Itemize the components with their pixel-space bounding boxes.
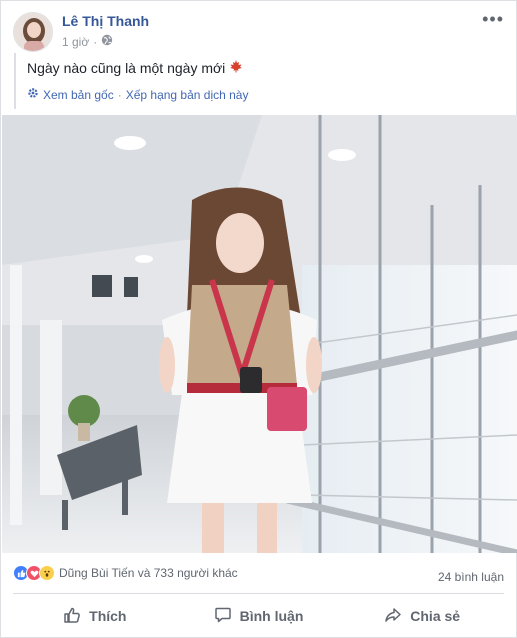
- translation-bar: Xem bản gốc · Xếp hạng bản dịch này: [27, 87, 248, 102]
- translation-separator: ·: [117, 87, 122, 102]
- reactions-summary[interactable]: Dũng Bùi Tiến và 733 người khác: [13, 565, 238, 581]
- like-button[interactable]: Thích: [13, 597, 177, 635]
- meta-separator: ·: [93, 34, 98, 49]
- globe-icon[interactable]: [101, 34, 113, 49]
- share-icon: [384, 606, 402, 627]
- share-button[interactable]: Chia sẻ: [340, 597, 504, 635]
- like-button-label: Thích: [89, 608, 127, 624]
- gear-icon[interactable]: [27, 87, 39, 102]
- thumbs-up-icon: [63, 606, 81, 627]
- share-button-label: Chia sẻ: [410, 608, 461, 624]
- comment-button[interactable]: Bình luận: [177, 597, 341, 635]
- comments-count[interactable]: 24 bình luận: [438, 570, 504, 584]
- post-photo[interactable]: [2, 115, 517, 553]
- maple-leaf-icon: [229, 59, 243, 76]
- post-message: Ngày nào cũng là một ngày mới: [27, 59, 226, 76]
- post-meta: 1 giờ ·: [62, 34, 113, 49]
- comment-button-label: Bình luận: [239, 608, 304, 624]
- author-name[interactable]: Lê Thị Thanh: [62, 13, 149, 29]
- more-options-icon[interactable]: •••: [482, 9, 504, 30]
- rate-translation-link[interactable]: Xếp hạng bản dịch này: [126, 88, 249, 102]
- post-time[interactable]: 1 giờ: [62, 35, 89, 49]
- post-card: Lê Thị Thanh 1 giờ · ••• Ngày nào cũng l…: [0, 0, 517, 638]
- post-actions: Thích Bình luận Chia sẻ: [13, 597, 504, 635]
- comment-icon: [214, 606, 232, 627]
- author-avatar[interactable]: [13, 12, 53, 52]
- post-text: Ngày nào cũng là một ngày mới: [27, 59, 243, 76]
- see-original-link[interactable]: Xem bản gốc: [43, 88, 114, 102]
- translation-quote-bar: [14, 53, 16, 109]
- actions-divider: [13, 593, 504, 594]
- reactions-text[interactable]: Dũng Bùi Tiến và 733 người khác: [59, 566, 238, 580]
- wow-icon: [39, 565, 55, 581]
